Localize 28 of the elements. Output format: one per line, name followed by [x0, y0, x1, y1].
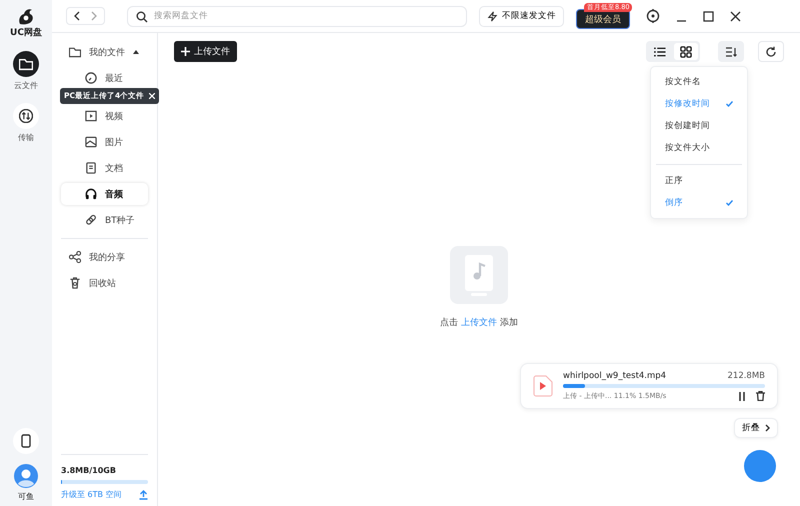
vip-button[interactable]: 超级会员: [576, 9, 630, 29]
file-size: 212.8MB: [728, 371, 765, 381]
menu-item[interactable]: 倒序: [651, 192, 747, 214]
sidebar-item[interactable]: 我的分享: [61, 246, 148, 268]
menu-item[interactable]: 按文件名: [651, 71, 747, 93]
menu-item[interactable]: 正序: [651, 170, 747, 192]
sidebar-item[interactable]: 最近: [61, 67, 148, 89]
send-file-button[interactable]: 不限速发文件: [479, 6, 564, 26]
user-name: 可鱼: [18, 491, 34, 502]
collapse-button[interactable]: 折叠: [734, 418, 778, 438]
sidebar-item[interactable]: 回收站: [61, 272, 148, 294]
sidebar-item[interactable]: 文档: [61, 157, 148, 179]
sidebar-item[interactable]: 音频: [61, 183, 148, 205]
empty-state-text: 点击 上传文件 添加: [440, 316, 518, 329]
file-name: whirlpool_w9_test4.mp4: [563, 371, 666, 381]
storage-usage: 3.8MB/10GB: [61, 466, 117, 475]
sidebar-item[interactable]: 图片: [61, 131, 148, 153]
sidebar-item[interactable]: BT种子: [61, 209, 148, 231]
menu-item[interactable]: 按创建时间: [651, 115, 747, 137]
app-logo-text: UC网盘: [10, 26, 42, 39]
upload-button[interactable]: 上传文件: [174, 41, 237, 62]
upgrade-link[interactable]: 升级至 6TB 空间: [61, 489, 122, 500]
menu-item[interactable]: 按修改时间: [651, 93, 747, 115]
sidebar-item[interactable]: 我的文件: [61, 41, 148, 63]
sidebar-item[interactable]: 视频: [61, 105, 148, 127]
menu-item[interactable]: 按文件大小: [651, 137, 747, 159]
search-field[interactable]: 搜索网盘文件: [127, 6, 467, 26]
upload-link[interactable]: 上传文件: [461, 318, 497, 328]
